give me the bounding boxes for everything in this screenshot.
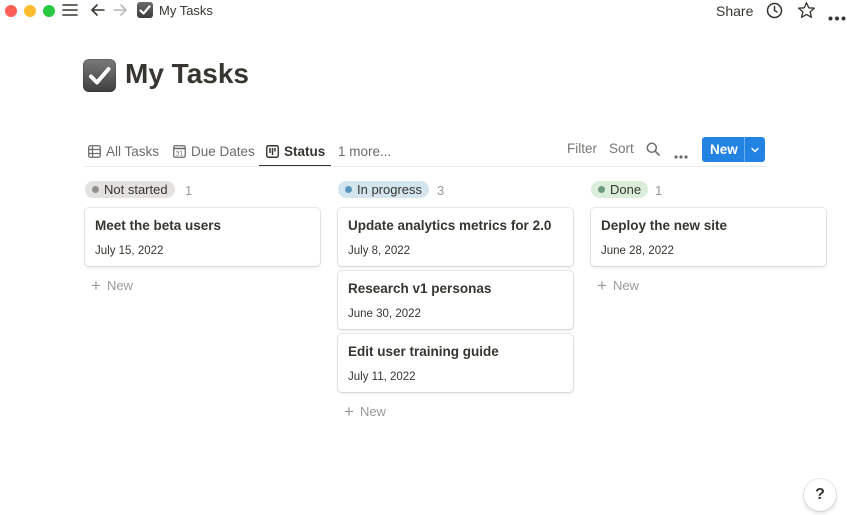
plus-icon: + [91, 276, 101, 295]
task-card[interactable]: Deploy the new site June 28, 2022 [591, 208, 826, 266]
card-title: Update analytics metrics for 2.0 [348, 218, 552, 233]
add-card-button[interactable]: + New [91, 276, 133, 295]
card-title: Research v1 personas [348, 281, 492, 296]
svg-text:31: 31 [176, 150, 184, 157]
search-icon[interactable] [646, 142, 660, 159]
column-count: 3 [437, 183, 445, 198]
views-divider [84, 166, 767, 167]
close-window-button[interactable] [5, 5, 17, 17]
breadcrumb-title[interactable]: My Tasks [159, 3, 213, 18]
card-date: July 11, 2022 [348, 371, 416, 383]
plus-icon: + [597, 276, 607, 295]
view-options-icon[interactable] [674, 147, 688, 162]
more-options-icon[interactable] [828, 8, 846, 26]
tab-label: Due Dates [191, 143, 255, 159]
status-badge-done[interactable]: Done [591, 181, 649, 198]
card-date: July 15, 2022 [95, 245, 164, 257]
new-button-divider [744, 137, 745, 162]
maximize-window-button[interactable] [43, 5, 55, 17]
status-label: Done [610, 182, 642, 197]
task-card[interactable]: Meet the beta users July 15, 2022 [85, 208, 320, 266]
plus-icon: + [344, 402, 354, 421]
chevron-down-icon[interactable] [749, 143, 761, 161]
card-date: July 8, 2022 [348, 245, 411, 257]
star-icon[interactable] [797, 1, 816, 25]
help-button[interactable]: ? [804, 479, 836, 511]
status-badge-in-progress[interactable]: In progress [338, 181, 430, 198]
add-card-button[interactable]: + New [344, 402, 386, 421]
new-button[interactable]: New [702, 137, 765, 162]
card-date: June 28, 2022 [601, 245, 674, 257]
column-count: 1 [655, 183, 663, 198]
filter-button[interactable]: Filter [567, 141, 597, 156]
back-arrow-icon[interactable] [90, 2, 106, 23]
card-title: Edit user training guide [348, 344, 499, 359]
calendar-icon: 31 [173, 144, 186, 158]
tab-label: All Tasks [106, 143, 160, 159]
forward-arrow-icon[interactable] [112, 2, 128, 23]
page-icon-checkbox-icon[interactable] [83, 59, 116, 92]
status-dot [598, 186, 605, 193]
task-card[interactable]: Update analytics metrics for 2.0 July 8,… [338, 208, 573, 266]
add-card-label: New [612, 278, 639, 293]
share-button[interactable]: Share [716, 3, 753, 19]
tab-label: Status [284, 143, 326, 159]
add-card-button[interactable]: + New [597, 276, 639, 295]
card-date: June 30, 2022 [348, 308, 421, 320]
tab-more-views[interactable]: 1 more... [338, 141, 391, 161]
status-badge-not-started[interactable]: Not started [85, 181, 175, 198]
tab-status[interactable]: Status [266, 141, 325, 161]
clock-icon[interactable] [766, 2, 783, 24]
status-dot [345, 186, 352, 193]
minimize-window-button[interactable] [24, 5, 36, 17]
card-title: Deploy the new site [601, 218, 728, 233]
column-count: 1 [185, 183, 193, 198]
tab-label: 1 more... [338, 143, 392, 159]
board-icon [266, 144, 279, 158]
table-icon [88, 144, 101, 158]
checkbox-icon [137, 2, 153, 18]
new-button-label: New [710, 142, 738, 157]
sort-button[interactable]: Sort [609, 141, 634, 156]
sidebar-menu-icon[interactable] [62, 3, 78, 22]
tab-all-tasks[interactable]: All Tasks [88, 141, 159, 161]
tab-due-dates[interactable]: 31 Due Dates [173, 141, 255, 161]
add-card-label: New [359, 404, 386, 419]
task-card[interactable]: Edit user training guide July 11, 2022 [338, 334, 573, 392]
status-label: In progress [357, 182, 423, 197]
card-title: Meet the beta users [95, 218, 222, 233]
status-label: Not started [104, 182, 168, 197]
add-card-label: New [106, 278, 133, 293]
title-bar: My Tasks Share [0, 0, 847, 22]
task-card[interactable]: Research v1 personas June 30, 2022 [338, 271, 573, 329]
status-dot [92, 186, 99, 193]
page-title[interactable]: My Tasks [125, 58, 249, 90]
